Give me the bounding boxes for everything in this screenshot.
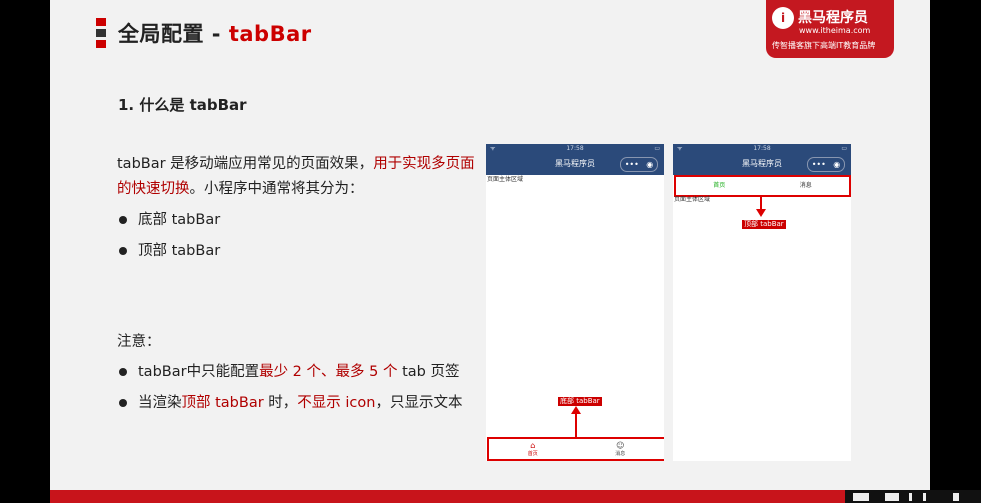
tab-message[interactable]: ☺ 消息 — [577, 439, 665, 459]
bullet-label: 顶部 tabBar — [138, 243, 221, 259]
intro-text-3: 。小程序中通常将其分为： — [189, 181, 364, 197]
tabbar-type-list: 底部 tabBar 顶部 tabBar — [117, 209, 220, 271]
status-time: 17:58 — [753, 145, 771, 152]
brand-logo: i 黑马程序员 www.itheima.com 传智播客旗下高端IT教育品牌 — [766, 0, 894, 58]
title-marker — [96, 18, 106, 51]
page-body-text: 页面主体区域 — [487, 176, 524, 183]
annotation-label: 顶部 tabBar — [742, 220, 786, 229]
tab-home[interactable]: ⌂ 首页 — [489, 439, 577, 459]
more-icon[interactable]: ••• — [625, 158, 639, 171]
control-icon[interactable] — [853, 493, 869, 501]
nav-title: 黑马程序员 — [555, 159, 595, 168]
note-highlight: 最少 2 个、最多 5 个 — [259, 364, 398, 380]
title-prefix: 全局配置 - — [118, 22, 229, 46]
annotation-label: 底部 tabBar — [558, 397, 602, 406]
bottom-tab-bar: ⌂ 首页 ☺ 消息 — [487, 437, 664, 461]
logo-name: 黑马程序员 — [798, 10, 868, 26]
note-text: ，只显示文本 — [375, 395, 463, 411]
top-tab-bar: 首页 消息 — [674, 175, 851, 197]
control-icon[interactable] — [885, 493, 899, 501]
nav-title: 黑马程序员 — [742, 159, 782, 168]
note-title: 注意： — [117, 334, 161, 350]
control-icon[interactable] — [909, 493, 912, 501]
control-icon[interactable] — [923, 493, 926, 501]
intro-paragraph: tabBar 是移动端应用常见的页面效果，用于实现多页面的快速切换。小程序中通常… — [117, 152, 487, 202]
list-item: tabBar中只能配置最少 2 个、最多 5 个 tab 页签 — [117, 361, 462, 392]
tab-message[interactable]: 消息 — [763, 177, 850, 195]
list-item: 当渲染顶部 tabBar 时，不显示 icon，只显示文本 — [117, 392, 462, 423]
title-highlight: tabBar — [228, 22, 312, 46]
page-body-text: 页面主体区域 — [674, 196, 711, 203]
close-icon[interactable]: ◉ — [646, 158, 653, 171]
note-highlight: 不显示 icon — [297, 395, 376, 411]
list-item: 底部 tabBar — [117, 209, 220, 240]
nav-bar: 黑马程序员 ••• ◉ — [486, 153, 664, 175]
note-list: tabBar中只能配置最少 2 个、最多 5 个 tab 页签 当渲染顶部 ta… — [117, 361, 462, 423]
signal-icon: ᯤ — [490, 145, 496, 152]
signal-icon: ᯤ — [677, 145, 683, 152]
phone-top-tabbar: ᯤ 17:58 ▭ 黑马程序员 ••• ◉ 首页 消息 页面主体区域 顶部 ta… — [673, 144, 851, 461]
logo-slogan: 传智播客旗下高端IT教育品牌 — [772, 41, 876, 50]
tab-home[interactable]: 首页 — [676, 177, 763, 195]
note-text: 时， — [263, 395, 298, 411]
capsule-menu[interactable]: ••• ◉ — [620, 157, 658, 172]
battery-icon: ▭ — [654, 145, 660, 152]
arrow-up-icon — [571, 406, 581, 438]
phone-bottom-tabbar: ᯤ 17:58 ▭ 黑马程序员 ••• ◉ 页面主体区域 底部 tabBar ⌂… — [486, 144, 664, 461]
status-bar: ᯤ 17:58 ▭ — [673, 144, 851, 153]
capsule-menu[interactable]: ••• ◉ — [807, 157, 845, 172]
logo-icon: i — [772, 7, 794, 29]
control-icon[interactable] — [953, 493, 959, 501]
close-icon[interactable]: ◉ — [833, 158, 840, 171]
arrow-down-icon — [756, 195, 766, 217]
slide: 全局配置 - tabBar i 黑马程序员 www.itheima.com 传智… — [50, 0, 930, 503]
video-controls[interactable] — [845, 490, 981, 503]
tab-label: 首页 — [527, 451, 538, 457]
bullet-label: 底部 tabBar — [138, 212, 221, 228]
logo-url: www.itheima.com — [799, 26, 871, 35]
note-text: tab 页签 — [397, 364, 460, 380]
note-highlight: 顶部 tabBar — [181, 395, 264, 411]
note-text: 当渲染 — [138, 395, 182, 411]
nav-bar: 黑马程序员 ••• ◉ — [673, 153, 851, 175]
intro-text-1: tabBar 是移动端应用常见的页面效果， — [117, 156, 374, 172]
tab-label: 消息 — [615, 451, 626, 457]
footer-bar — [50, 490, 930, 503]
note-text: tabBar中只能配置 — [138, 364, 260, 380]
home-icon: ⌂ — [530, 441, 536, 450]
battery-icon: ▭ — [841, 145, 847, 152]
status-time: 17:58 — [566, 145, 584, 152]
message-icon: ☺ — [616, 441, 625, 450]
status-bar: ᯤ 17:58 ▭ — [486, 144, 664, 153]
list-item: 顶部 tabBar — [117, 240, 220, 271]
section-heading: 1. 什么是 tabBar — [118, 96, 247, 114]
page-title: 全局配置 - tabBar — [118, 18, 312, 48]
more-icon[interactable]: ••• — [812, 158, 826, 171]
